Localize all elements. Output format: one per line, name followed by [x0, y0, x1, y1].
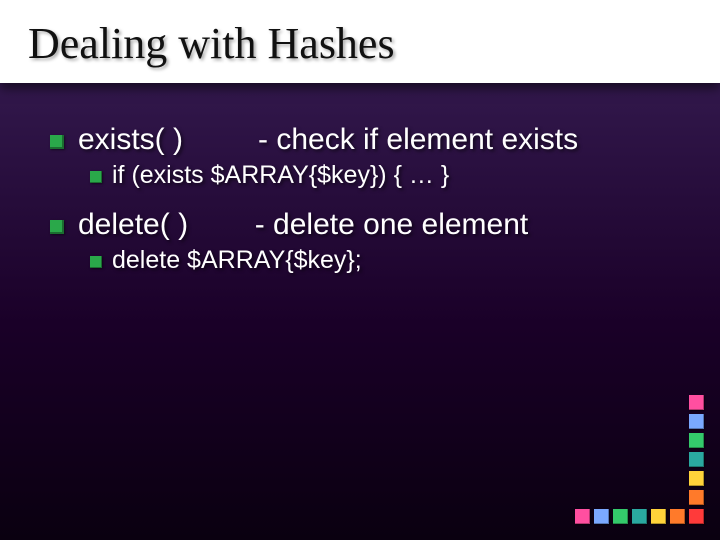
deco-square	[613, 509, 628, 524]
deco-square	[670, 509, 685, 524]
deco-square	[689, 490, 704, 505]
deco-square	[689, 433, 704, 448]
deco-square	[689, 452, 704, 467]
square-bullet-icon	[50, 135, 64, 149]
deco-square	[689, 471, 704, 486]
bullet-delete: delete( ) - delete one element	[50, 208, 670, 242]
square-bullet-icon	[50, 220, 64, 234]
square-bullet-icon	[90, 256, 102, 268]
deco-square	[689, 395, 704, 410]
bullet-exists: exists( ) - check if element exists	[50, 123, 670, 157]
sub-bullet-delete-example: delete $ARRAY{$key};	[90, 246, 670, 275]
deco-square	[689, 509, 704, 524]
bullet-text: exists( ) - check if element exists	[78, 123, 578, 157]
slide-body: exists( ) - check if element exists if (…	[0, 83, 720, 275]
sub-bullet-text: if (exists $ARRAY{$key}) { … }	[112, 161, 449, 190]
slide-title: Dealing with Hashes	[28, 19, 395, 68]
title-bar: Dealing with Hashes	[0, 0, 720, 83]
deco-vertical	[687, 393, 706, 526]
sub-bullet-text: delete $ARRAY{$key};	[112, 246, 362, 275]
square-bullet-icon	[90, 171, 102, 183]
sub-bullet-exists-example: if (exists $ARRAY{$key}) { … }	[90, 161, 670, 190]
deco-square	[689, 414, 704, 429]
deco-square	[594, 509, 609, 524]
deco-square	[632, 509, 647, 524]
corner-decoration	[573, 393, 706, 526]
deco-square	[651, 509, 666, 524]
deco-square	[575, 509, 590, 524]
bullet-text: delete( ) - delete one element	[78, 208, 528, 242]
